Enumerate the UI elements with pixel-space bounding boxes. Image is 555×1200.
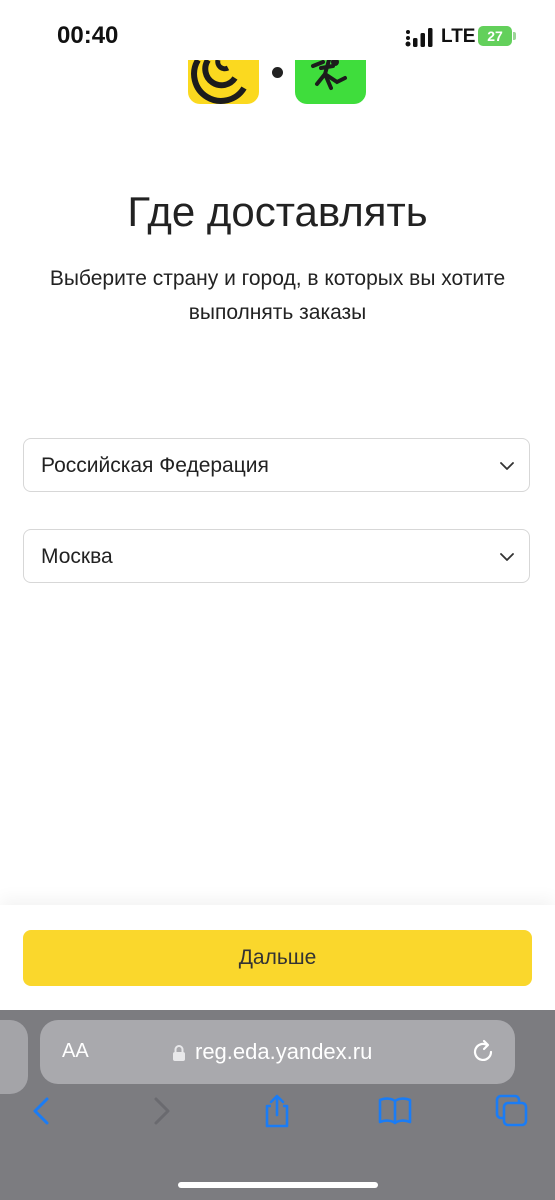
signal-icon [405, 28, 433, 47]
home-indicator [178, 1182, 378, 1188]
status-time: 00:40 [57, 22, 119, 49]
battery-tip [513, 32, 516, 40]
country-select[interactable]: Российская Федерация [23, 438, 530, 492]
address-bar[interactable]: AA reg.eda.yandex.ru [40, 1020, 515, 1084]
bookmarks-icon[interactable] [377, 1093, 413, 1129]
country-value: Российская Федерация [41, 454, 269, 477]
previous-tab[interactable] [0, 1020, 28, 1094]
courier-logo [295, 60, 366, 104]
page-title: Где доставлять [127, 188, 428, 235]
forward-icon[interactable] [143, 1093, 179, 1129]
share-icon[interactable] [259, 1093, 295, 1129]
battery-level: 27 [487, 28, 503, 44]
partner-logos [0, 60, 555, 105]
text-size-button[interactable]: AA [62, 1040, 89, 1063]
runner-icon [311, 60, 347, 90]
url-text: reg.eda.yandex.ru [195, 1039, 373, 1064]
reload-icon[interactable] [470, 1039, 496, 1065]
city-select[interactable]: Москва [23, 529, 530, 583]
spiral-icon [191, 60, 247, 104]
city-value: Москва [41, 545, 113, 568]
yandex-eda-logo [188, 60, 259, 104]
tabs-icon[interactable] [494, 1093, 530, 1129]
chevron-down-icon [500, 553, 514, 561]
logo-separator-dot [272, 67, 283, 78]
lock-icon [173, 1045, 185, 1061]
chevron-down-icon [500, 462, 514, 470]
back-icon[interactable] [24, 1093, 60, 1129]
page-subtitle: Выберите страну и город, в которых вы хо… [49, 267, 506, 324]
text-size-label: AA [62, 1040, 89, 1062]
network-label: LTE [441, 26, 476, 47]
next-button[interactable]: Дальше [23, 930, 532, 986]
